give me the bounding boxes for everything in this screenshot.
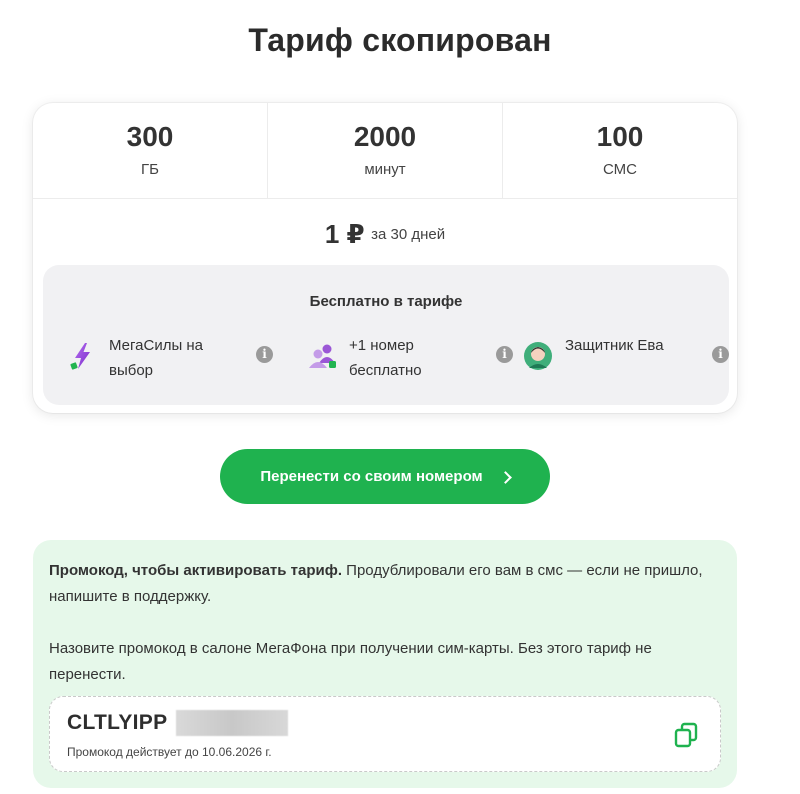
price-period: за 30 дней <box>371 226 446 243</box>
promo-code-redaction <box>176 710 288 736</box>
free-features-box: Бесплатно в тарифе МегаСилы на выбор i +… <box>43 265 729 405</box>
stat-unit: минут <box>364 161 406 178</box>
promo-lead: Промокод, чтобы активировать тариф. Прод… <box>49 558 709 610</box>
stat-unit: ГБ <box>141 161 159 178</box>
tariff-card: 300 ГБ 2000 минут 100 СМС 1 ₽ за 30 дней… <box>33 103 737 413</box>
stat-sms: 100 СМС <box>503 103 737 198</box>
price-amount: 1 ₽ <box>324 219 365 249</box>
copy-icon[interactable] <box>672 721 700 749</box>
lightning-icon <box>70 343 90 370</box>
transfer-number-button[interactable]: Перенести со своим номером <box>220 449 550 504</box>
feature-label: Защитник Ева <box>565 337 664 354</box>
stat-unit: СМС <box>603 161 637 178</box>
promo-code-validity: Промокод действует до 10.06.2026 г. <box>67 745 272 759</box>
free-features-title: Бесплатно в тарифе <box>309 293 463 310</box>
stat-value: 100 <box>596 121 644 152</box>
tariff-price: 1 ₽ за 30 дней <box>33 219 737 250</box>
stat-minutes: 2000 минут <box>268 103 503 198</box>
tariff-stats: 300 ГБ 2000 минут 100 СМС <box>33 103 737 199</box>
chevron-right-icon <box>498 470 512 484</box>
stat-value: 300 <box>126 121 174 152</box>
promo-code-box: CLTLYIPP Промокод действует до 10.06.202… <box>49 696 721 772</box>
transfer-number-label: Перенести со своим номером <box>260 468 483 485</box>
info-icon[interactable]: i <box>256 346 273 363</box>
promo-panel: Промокод, чтобы активировать тариф. Прод… <box>33 540 737 788</box>
stat-internet: 300 ГБ <box>33 103 268 198</box>
page-title: Тариф скопирован <box>248 22 552 58</box>
promo-code[interactable]: CLTLYIPP <box>67 711 167 735</box>
promo-text: Промокод, чтобы активировать тариф. Прод… <box>49 558 709 688</box>
feature-extra-number: +1 номер бесплатно i <box>293 329 513 379</box>
stat-value: 2000 <box>353 121 417 152</box>
feature-eva: Защитник Ева i <box>509 329 729 379</box>
promo-note: Назовите промокод в салоне МегаФона при … <box>49 640 652 683</box>
people-icon <box>309 344 336 368</box>
avatar-icon <box>524 342 552 370</box>
promo-lead-bold: Промокод, чтобы активировать тариф. <box>49 562 343 579</box>
feature-label: +1 номер бесплатно <box>349 337 422 379</box>
info-icon[interactable]: i <box>712 346 729 363</box>
feature-megasily: МегаСилы на выбор i <box>53 329 273 379</box>
feature-label: МегаСилы на выбор <box>109 337 204 379</box>
